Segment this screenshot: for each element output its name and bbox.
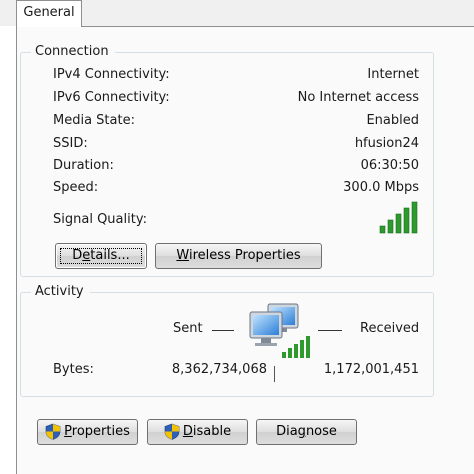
duration-label: Duration: xyxy=(53,158,114,173)
sent-label: Sent xyxy=(173,321,203,336)
ssid-label: SSID: xyxy=(53,136,88,151)
signal-strength-icon xyxy=(379,201,418,234)
signal-quality-row: Signal Quality: xyxy=(53,212,419,232)
details-button[interactable]: Details... xyxy=(55,243,147,269)
sent-line xyxy=(212,330,234,331)
activity-group-title: Activity xyxy=(31,283,90,301)
speed-row: Speed: 300.0 Mbps xyxy=(53,180,419,200)
signal-quality-label: Signal Quality: xyxy=(53,212,147,227)
connection-group-title: Connection xyxy=(31,43,115,61)
media-state-value: Enabled xyxy=(366,113,419,128)
ipv4-value: Internet xyxy=(367,67,419,82)
tab-general[interactable]: General xyxy=(16,0,82,27)
speed-value: 300.0 Mbps xyxy=(343,180,419,195)
tab-strip: General xyxy=(0,0,474,27)
activity-group: Activity xyxy=(20,283,434,397)
ipv6-label: IPv6 Connectivity: xyxy=(53,90,170,105)
ipv6-value: No Internet access xyxy=(297,90,419,105)
wireless-properties-button[interactable]: Wireless Properties xyxy=(155,243,322,269)
bytes-sent-value: 8,362,734,068 xyxy=(171,362,267,377)
media-state-row: Media State: Enabled xyxy=(53,113,419,133)
received-label: Received xyxy=(360,321,420,336)
duration-row: Duration: 06:30:50 xyxy=(53,158,419,178)
media-state-label: Media State: xyxy=(53,113,135,128)
bytes-divider xyxy=(274,366,275,382)
details-focus-ring xyxy=(60,248,142,264)
tab-general-label: General xyxy=(23,5,75,20)
received-line xyxy=(318,330,342,331)
uac-shield-icon xyxy=(45,423,61,440)
duration-value: 06:30:50 xyxy=(360,158,419,173)
ipv4-row: IPv4 Connectivity: Internet xyxy=(53,67,419,87)
speed-label: Speed: xyxy=(53,180,99,195)
ssid-value: hfusion24 xyxy=(354,136,419,151)
network-computers-icon xyxy=(249,303,310,358)
ipv4-label: IPv4 Connectivity: xyxy=(53,67,170,82)
ipv6-row: IPv6 Connectivity: No Internet access xyxy=(53,90,419,110)
disable-button[interactable]: Disable xyxy=(147,419,248,445)
bytes-label: Bytes: xyxy=(53,362,94,377)
properties-button[interactable]: Properties xyxy=(37,419,138,445)
bytes-received-value: 1,172,001,451 xyxy=(323,362,419,377)
ssid-row: SSID: hfusion24 xyxy=(53,136,419,156)
diagnose-button[interactable]: Diagnose xyxy=(256,419,357,445)
uac-shield-icon xyxy=(164,423,180,440)
